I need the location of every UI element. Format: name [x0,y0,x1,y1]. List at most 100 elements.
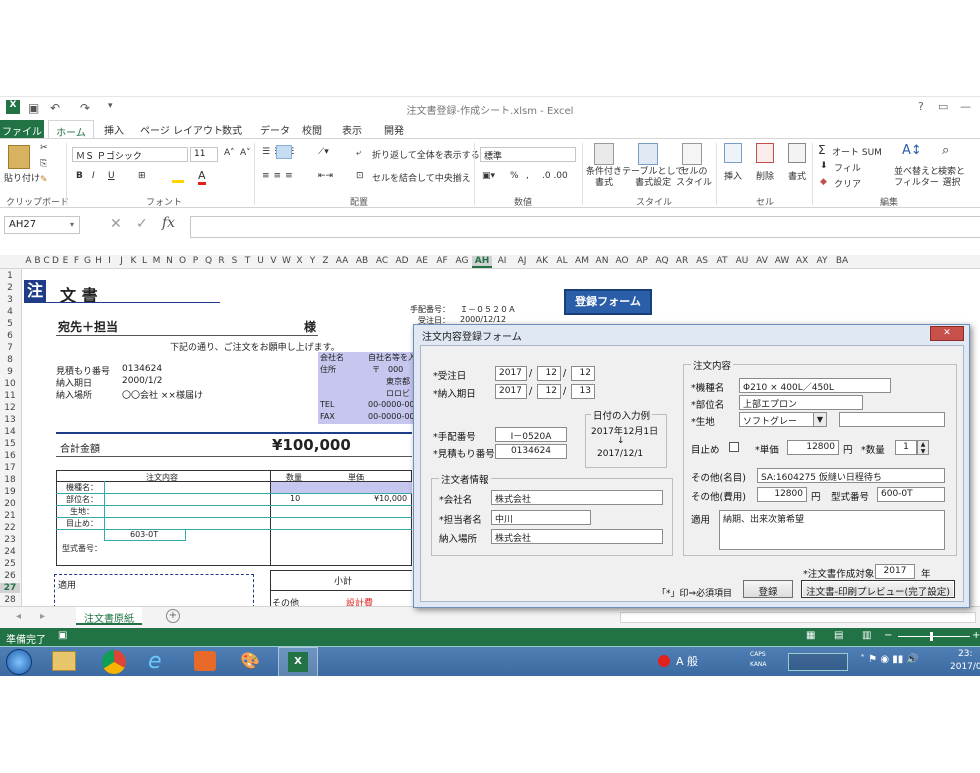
sheet-tab-active[interactable]: 注文書原紙 [76,607,142,625]
conditional-format-icon[interactable] [594,143,614,165]
kiji-dropdown-icon[interactable]: ▼ [813,413,826,426]
column-header[interactable]: S [228,256,241,266]
column-header[interactable]: A [24,256,33,266]
row-header[interactable]: 13 [0,415,20,425]
font-color-icon[interactable]: A [198,169,206,185]
column-header[interactable]: AI [492,256,512,266]
conditional-format-button[interactable]: 条件付き 書式 [586,167,622,189]
comma-button[interactable]: , [526,171,529,181]
column-header[interactable]: AQ [652,256,672,266]
page-break-view-icon[interactable]: ▥ [862,630,871,641]
name-box[interactable]: AH27 [4,216,80,234]
row-header[interactable]: 9 [0,367,20,377]
paste-icon[interactable] [8,145,30,169]
ime-toolbar-icon[interactable] [658,655,670,667]
tray-icons[interactable]: ˄ ⚑ ◉ ▮▮ 🔊 [860,654,919,665]
column-header[interactable]: AN [592,256,612,266]
decimal-icons[interactable]: .0 .00 [542,171,568,181]
row-header[interactable]: 27 [0,583,20,593]
juchu-year-input[interactable]: 2017 [495,366,527,381]
insert-cells-button[interactable]: 挿入 [724,169,742,182]
column-header[interactable]: AW [772,256,792,266]
prev-sheet-icon[interactable]: ◂ [16,611,21,622]
sonota-name-input[interactable]: SA:1604275 仮縫い日程待ち [757,468,945,483]
tab-view[interactable]: 表示 [342,122,362,137]
row-header[interactable]: 17 [0,463,20,473]
autosum-icon[interactable]: Σ [818,143,826,157]
print-preview-button[interactable]: 注文書-印刷プレビュー(完了設定) [801,580,955,598]
target-year-input[interactable]: 2017 [875,564,915,579]
nyuki-month-input[interactable]: 12 [537,384,561,399]
mitsumori-input[interactable]: 0134624 [495,444,567,459]
delete-cells-icon[interactable] [756,143,774,163]
tab-home[interactable]: ホーム [48,120,94,139]
row-header[interactable]: 1 [0,271,20,281]
ie-icon[interactable]: e [148,649,162,674]
column-header[interactable]: AB [352,256,372,266]
italic-button[interactable]: I [92,171,95,181]
tab-data[interactable]: データ [260,122,290,137]
row-header[interactable]: 3 [0,295,20,305]
fill-color-icon[interactable] [172,173,184,183]
column-header[interactable]: K [128,256,139,266]
chrome-icon[interactable] [102,650,126,674]
juchu-day-input[interactable]: 12 [571,366,595,381]
row-header[interactable]: 7 [0,343,20,353]
column-header[interactable]: B [33,256,42,266]
juchu-month-input[interactable]: 12 [537,366,561,381]
column-header[interactable]: AX [792,256,812,266]
column-header[interactable]: Q [202,256,215,266]
add-sheet-button[interactable]: + [166,609,180,623]
column-header[interactable]: F [71,256,82,266]
find-select-icon[interactable]: ⌕ [942,143,949,158]
border-icon[interactable]: ⊞ [138,171,146,181]
column-header[interactable]: U [254,256,267,266]
column-header[interactable]: D [51,256,60,266]
column-header[interactable]: AO [612,256,632,266]
normal-view-icon[interactable]: ▦ [806,630,815,641]
suryo-spinner-icon[interactable]: ▲ ▼ [917,440,929,455]
cancel-icon[interactable]: ✕ [110,216,122,232]
media-player-icon[interactable] [194,651,216,671]
row-header[interactable]: 18 [0,475,20,485]
nyuki-year-input[interactable]: 2017 [495,384,527,399]
fill-button[interactable]: フィル [834,161,861,174]
column-header[interactable]: Z [319,256,332,266]
clock-time[interactable]: 23: [958,649,972,659]
tab-developer[interactable]: 開発 [384,122,404,137]
halign-icons[interactable]: ≡≡≡ [262,171,297,181]
column-header[interactable]: E [60,256,71,266]
row-header[interactable]: 5 [0,319,20,329]
row-header[interactable]: 20 [0,499,20,509]
row-header[interactable]: 28 [0,595,20,605]
row-header[interactable]: 24 [0,547,20,557]
wrap-text-icon[interactable]: ⤶ [356,148,361,158]
column-header[interactable]: AF [432,256,452,266]
tekiyo-textarea[interactable]: 納期、出来次第希望 [719,510,945,550]
merge-icon[interactable]: ⊡ [356,171,364,181]
row-header[interactable]: 16 [0,451,20,461]
kiji-extra-input[interactable] [839,412,945,427]
row-header[interactable]: 10 [0,379,20,389]
column-header[interactable]: AL [552,256,572,266]
column-header[interactable]: C [42,256,51,266]
column-header[interactable]: AS [692,256,712,266]
column-header[interactable]: AM [572,256,592,266]
buhin-input[interactable]: 上部エプロン [739,395,863,410]
explorer-icon[interactable] [52,651,76,671]
row-header[interactable]: 2 [0,283,20,293]
fill-icon[interactable]: ⬇ [820,161,828,171]
column-header[interactable]: AV [752,256,772,266]
tab-review[interactable]: 校閲 [302,122,322,137]
macro-record-icon[interactable]: ▣ [58,630,67,641]
column-header[interactable]: L [139,256,150,266]
column-header[interactable]: AU [732,256,752,266]
orientation-icon[interactable]: ⟋▾ [318,147,329,157]
autosum-button[interactable]: オート SUM [832,145,882,158]
column-header[interactable]: AC [372,256,392,266]
zoom-slider[interactable] [898,636,970,637]
tab-insert[interactable]: 挿入 [104,122,124,137]
font-name-combo[interactable]: ＭＳ Ｐゴシック [72,147,188,162]
sort-filter-icon[interactable]: A↕ [902,143,922,158]
middle-align-icon[interactable] [276,145,292,159]
